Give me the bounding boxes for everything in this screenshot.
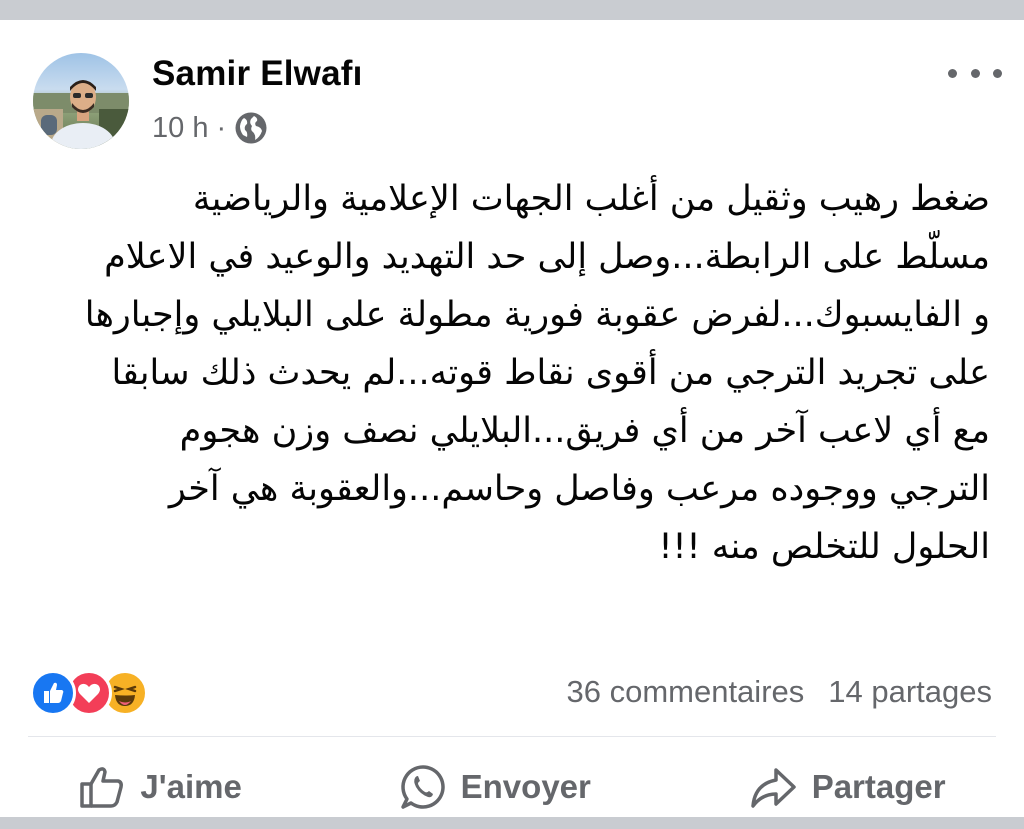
avatar[interactable]	[33, 53, 129, 149]
like-label: J'aime	[140, 768, 242, 805]
globe-icon[interactable]	[234, 111, 268, 145]
meta-separator: ·	[216, 111, 227, 144]
action-bar: J'aime Envoyer Partager	[0, 748, 1024, 826]
whatsapp-icon	[400, 765, 445, 809]
shares-count[interactable]: 14 partages	[828, 674, 992, 710]
more-dot-icon	[993, 68, 1002, 78]
author-name[interactable]: Samir Elwafı	[152, 54, 363, 94]
post-stats: 36 commentaires 14 partages	[566, 672, 992, 712]
share-icon	[750, 768, 796, 808]
like-icon	[30, 670, 76, 716]
like-button[interactable]: J'aime	[58, 758, 261, 816]
thumbs-up-icon	[80, 767, 124, 808]
post-time[interactable]: 10 h	[152, 112, 208, 145]
share-button[interactable]: Partager	[728, 758, 966, 816]
comments-count[interactable]: 36 commentaires	[566, 674, 804, 710]
send-button[interactable]: Envoyer	[379, 757, 611, 817]
avatar-photo	[33, 80, 129, 149]
more-dot-icon	[970, 68, 980, 78]
reaction-summary[interactable]	[30, 668, 160, 716]
more-options-button[interactable]	[948, 58, 1002, 88]
post-meta: 10 h ·	[152, 110, 268, 146]
more-dot-icon	[948, 68, 957, 78]
share-label: Partager	[811, 768, 946, 805]
divider	[28, 736, 996, 737]
post-text: ضغط رهيب وثقيل من أغلب الجهات الإعلامية …	[84, 179, 990, 567]
send-label: Envoyer	[460, 768, 591, 805]
post-card: Samir Elwafı 10 h · ضغط رهيب وثقيل من أغ…	[0, 20, 1024, 817]
